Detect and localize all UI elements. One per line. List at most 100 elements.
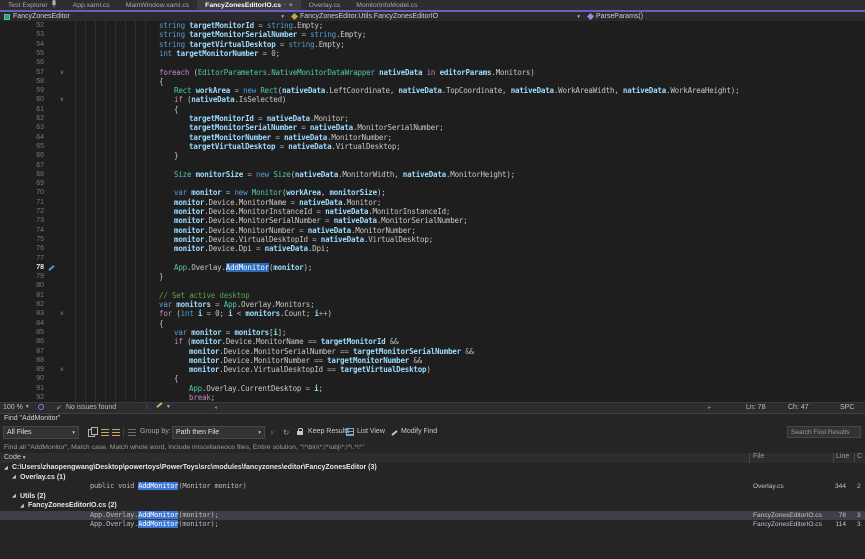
code-line-79[interactable]: 79} bbox=[0, 272, 865, 281]
pin-icon[interactable] bbox=[51, 0, 57, 10]
scope-select[interactable]: All Files ▾ bbox=[3, 426, 79, 439]
code-line-71[interactable]: 71monitor.Device.MonitorName = nativeDat… bbox=[0, 198, 865, 207]
refresh-icon[interactable]: ↻ bbox=[283, 428, 289, 437]
code-line-53[interactable]: 53string targetMonitorSerialNumber = str… bbox=[0, 30, 865, 39]
expand-all-icon[interactable] bbox=[101, 429, 109, 436]
column-header-col[interactable]: C bbox=[857, 453, 862, 460]
code-line-62[interactable]: 62targetMonitorId = nativeData.Monitor; bbox=[0, 114, 865, 123]
line-number: 78 bbox=[0, 263, 44, 272]
code-line-58[interactable]: 58{ bbox=[0, 77, 865, 86]
modify-find-pencil-icon[interactable] bbox=[391, 430, 398, 436]
keep-results-button[interactable]: Keep Results bbox=[308, 428, 350, 435]
fold-chevron-icon[interactable]: ∨ bbox=[60, 309, 64, 318]
lock-icon[interactable] bbox=[297, 431, 303, 435]
tab-monitorinfomodel-cs[interactable]: MonitorInfoModel.cs bbox=[348, 0, 425, 10]
member-dropdown[interactable]: ParseParams() bbox=[584, 12, 865, 21]
tab-fancyzoneseditorio-cs[interactable]: FancyZonesEditorIO.cs▫× bbox=[197, 0, 301, 10]
code-line-87[interactable]: 87monitor.Device.MonitorSerialNumber == … bbox=[0, 347, 865, 356]
code-line-92[interactable]: 92break; bbox=[0, 393, 865, 402]
code-line-84[interactable]: 84{ bbox=[0, 319, 865, 328]
code-line-63[interactable]: 63targetMonitorSerialNumber = nativeData… bbox=[0, 123, 865, 132]
scroll-left-icon[interactable]: ◂ bbox=[214, 404, 217, 411]
copy-icon[interactable] bbox=[88, 429, 95, 437]
chevron-down-icon[interactable]: ▾ bbox=[26, 404, 29, 410]
tab-app-xaml-cs[interactable]: App.xaml.cs bbox=[65, 0, 118, 10]
group-by-label: Group by: bbox=[140, 428, 171, 435]
space-mode-indicator[interactable]: SPC bbox=[840, 404, 854, 411]
code-line-74[interactable]: 74monitor.Device.MonitorNumber = nativeD… bbox=[0, 226, 865, 235]
column-header-line[interactable]: Line bbox=[836, 453, 849, 460]
list-view-icon[interactable] bbox=[346, 428, 354, 436]
line-number: 54 bbox=[0, 40, 44, 49]
line-number: 67 bbox=[0, 161, 44, 170]
code-line-77[interactable]: 77 bbox=[0, 254, 865, 263]
code-line-70[interactable]: 70var monitor = new Monitor(workArea, mo… bbox=[0, 188, 865, 197]
code-line-83[interactable]: 83∨for (int i = 0; i < monitors.Count; i… bbox=[0, 309, 865, 318]
close-icon[interactable]: × bbox=[289, 2, 293, 9]
collapse-all-icon[interactable] bbox=[112, 429, 120, 436]
code-line-78[interactable]: 78App.Overlay.AddMonitor(monitor); bbox=[0, 263, 865, 272]
tab-mainwindow-xaml-cs[interactable]: MainWindow.xaml.cs bbox=[118, 0, 197, 10]
result-row[interactable]: App.Overlay.AddMonitor(monitor);FancyZon… bbox=[0, 520, 865, 530]
code-line-91[interactable]: 91App.Overlay.CurrentDesktop = i; bbox=[0, 384, 865, 393]
code-line-80[interactable]: 80 bbox=[0, 281, 865, 290]
code-line-60[interactable]: 60∨if (nativeData.IsSelected) bbox=[0, 95, 865, 104]
code-line-67[interactable]: 67 bbox=[0, 161, 865, 170]
code-line-66[interactable]: 66} bbox=[0, 151, 865, 160]
edit-pencil-icon[interactable] bbox=[156, 402, 163, 408]
health-indicator-icon[interactable] bbox=[38, 404, 44, 410]
tree-group-row[interactable]: ◢Overlay.cs (1) bbox=[0, 473, 865, 483]
result-row[interactable]: App.Overlay.AddMonitor(monitor);FancyZon… bbox=[0, 511, 865, 521]
code-text: string targetVirtualDesktop = string.Emp… bbox=[159, 40, 345, 49]
code-line-64[interactable]: 64targetMonitorNumber = nativeData.Monit… bbox=[0, 133, 865, 142]
fold-chevron-icon[interactable]: ∨ bbox=[60, 68, 64, 77]
code-line-75[interactable]: 75monitor.Device.VirtualDesktopId = nati… bbox=[0, 235, 865, 244]
line-number: 62 bbox=[0, 114, 44, 123]
code-line-68[interactable]: 68Size monitorSize = new Size(nativeData… bbox=[0, 170, 865, 179]
list-view-button[interactable]: List View bbox=[357, 428, 385, 435]
code-text: { bbox=[174, 105, 178, 114]
code-line-52[interactable]: 52string targetMonitorId = string.Empty; bbox=[0, 21, 865, 30]
column-header-file[interactable]: File bbox=[753, 453, 764, 460]
code-line-86[interactable]: 86if (monitor.Device.MonitorName == targ… bbox=[0, 337, 865, 346]
code-line-61[interactable]: 61{ bbox=[0, 105, 865, 114]
code-line-55[interactable]: 55int targetMonitorNumber = 0; bbox=[0, 49, 865, 58]
code-line-82[interactable]: 82var monitors = App.Overlay.Monitors; bbox=[0, 300, 865, 309]
issues-status[interactable]: No issues found bbox=[66, 404, 116, 411]
code-line-56[interactable]: 56 bbox=[0, 58, 865, 67]
search-find-results-input[interactable] bbox=[787, 426, 861, 438]
group-by-select[interactable]: Path then File ▾ bbox=[172, 426, 265, 439]
tab-overlay-cs[interactable]: Overlay.cs bbox=[301, 0, 349, 10]
scroll-right-icon[interactable]: ▸ bbox=[708, 404, 711, 411]
code-line-89[interactable]: 89∨monitor.Device.VirtualDesktopId == ta… bbox=[0, 365, 865, 374]
result-row[interactable]: public void AddMonitor(Monitor monitor)O… bbox=[0, 482, 865, 492]
chevron-down-icon[interactable]: ▾ bbox=[167, 404, 170, 410]
modify-find-button[interactable]: Modify Find bbox=[401, 428, 437, 435]
tab-label: MonitorInfoModel.cs bbox=[356, 2, 417, 9]
zoom-level[interactable]: 100 % bbox=[3, 404, 23, 411]
code-line-73[interactable]: 73monitor.Device.MonitorSerialNumber = n… bbox=[0, 216, 865, 225]
fold-chevron-icon[interactable]: ∨ bbox=[60, 95, 64, 104]
project-dropdown[interactable]: FancyZonesEditor ▾ bbox=[0, 12, 288, 21]
code-line-90[interactable]: 90{ bbox=[0, 374, 865, 383]
code-line-65[interactable]: 65targetVirtualDesktop = nativeData.Virt… bbox=[0, 142, 865, 151]
tree-group-row[interactable]: ◢Utils (2) bbox=[0, 492, 865, 502]
code-editor[interactable]: 52string targetMonitorId = string.Empty;… bbox=[0, 21, 865, 402]
code-line-76[interactable]: 76monitor.Device.Dpi = nativeData.Dpi; bbox=[0, 244, 865, 253]
tree-group-row[interactable]: ◢FancyZonesEditorIO.cs (2) bbox=[0, 501, 865, 511]
tab-test-explorer[interactable]: Test Explorer bbox=[0, 0, 65, 10]
check-icon: ✔ bbox=[56, 404, 62, 412]
code-line-54[interactable]: 54 string targetVirtualDesktop = string.E… bbox=[0, 40, 865, 49]
code-line-88[interactable]: 88monitor.Device.MonitorNumber == target… bbox=[0, 356, 865, 365]
code-line-72[interactable]: 72monitor.Device.MonitorInstanceId = nat… bbox=[0, 207, 865, 216]
view-mode-select[interactable]: Code ▾ bbox=[4, 454, 25, 461]
code-line-59[interactable]: 59Rect workArea = new Rect(nativeData.Le… bbox=[0, 86, 865, 95]
code-line-81[interactable]: 81// Set active desktop bbox=[0, 291, 865, 300]
code-line-85[interactable]: 85var monitor = monitors[i]; bbox=[0, 328, 865, 337]
code-line-69[interactable]: 69 bbox=[0, 179, 865, 188]
type-dropdown[interactable]: FancyZonesEditor.Utils.FancyZonesEditorI… bbox=[288, 12, 584, 21]
result-post: (monitor); bbox=[178, 520, 218, 528]
code-line-57[interactable]: 57∨foreach (EditorParameters.NativeMonit… bbox=[0, 68, 865, 77]
tree-group-row[interactable]: ◢C:\Users\zhaopengwang\Desktop\powertoys… bbox=[0, 463, 865, 473]
fold-chevron-icon[interactable]: ∨ bbox=[60, 365, 64, 374]
